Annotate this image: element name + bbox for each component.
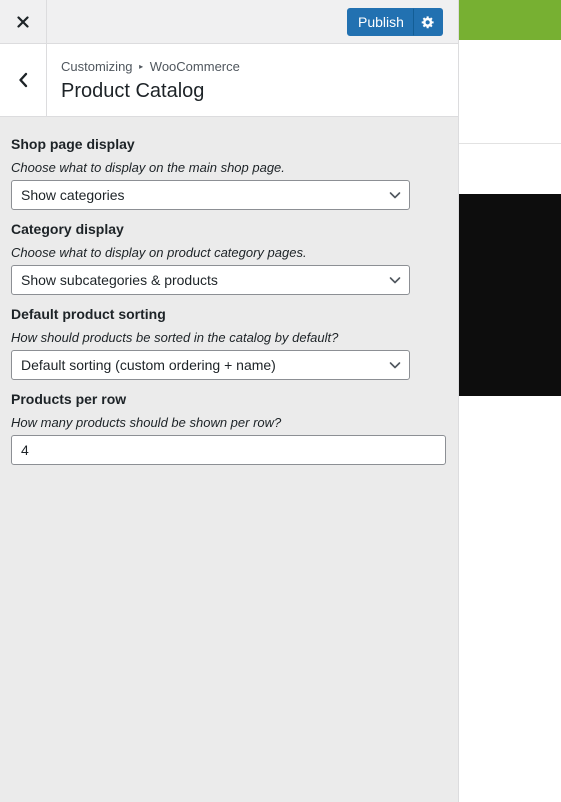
control-label: Shop page display <box>11 136 135 152</box>
publish-button-group: Publish <box>347 8 443 36</box>
customizer-sidebar: Publish Customizing ▸ WooCommerce Produc… <box>0 0 459 802</box>
preview-divider <box>459 143 561 144</box>
default-product-sorting-control: Default product sorting How should produ… <box>11 303 447 380</box>
selected-value: Show categories <box>21 187 125 203</box>
breadcrumb-root: Customizing <box>61 59 133 74</box>
gear-icon <box>421 16 434 29</box>
control-description: How many products should be shown per ro… <box>11 415 282 430</box>
products-per-row-control: Products per row How many products shoul… <box>11 388 447 465</box>
category-display-control: Category display Choose what to display … <box>11 218 447 295</box>
back-button[interactable] <box>0 44 47 116</box>
close-customizer-button[interactable] <box>0 0 47 43</box>
breadcrumb-separator: ▸ <box>139 62 144 71</box>
chevron-down-icon <box>389 362 401 369</box>
publish-button[interactable]: Publish <box>347 8 413 36</box>
close-icon <box>17 15 29 28</box>
chevron-down-icon <box>389 192 401 199</box>
chevron-left-icon <box>19 72 28 88</box>
control-label: Products per row <box>11 391 127 407</box>
control-label: Category display <box>11 221 124 237</box>
control-description: Choose what to display on product catego… <box>11 245 307 260</box>
default-product-sorting-select[interactable]: Default sorting (custom ordering + name) <box>11 350 410 380</box>
publish-settings-button[interactable] <box>413 8 443 36</box>
page-title: Product Catalog <box>61 80 205 102</box>
preview-hero-image <box>459 194 561 396</box>
selected-value: Default sorting (custom ordering + name) <box>21 357 276 373</box>
control-label: Default product sorting <box>11 306 166 322</box>
preview-header-bar <box>459 0 561 40</box>
chevron-down-icon <box>389 277 401 284</box>
customizer-header-actions: Publish <box>0 0 458 44</box>
controls-panel: Shop page display Choose what to display… <box>11 133 447 465</box>
shop-page-display-control: Shop page display Choose what to display… <box>11 133 447 210</box>
products-per-row-input[interactable]: 4 <box>11 435 446 465</box>
shop-page-display-select[interactable]: Show categories <box>11 180 410 210</box>
section-header: Customizing ▸ WooCommerce Product Catalo… <box>0 44 458 117</box>
site-preview <box>459 0 561 802</box>
breadcrumb-parent: WooCommerce <box>149 59 240 74</box>
category-display-select[interactable]: Show subcategories & products <box>11 265 410 295</box>
selected-value: Show subcategories & products <box>21 272 218 288</box>
control-description: Choose what to display on the main shop … <box>11 160 285 175</box>
control-description: How should products be sorted in the cat… <box>11 330 339 345</box>
breadcrumb: Customizing ▸ WooCommerce <box>61 59 240 74</box>
customizer-root: Publish Customizing ▸ WooCommerce Produc… <box>0 0 561 802</box>
